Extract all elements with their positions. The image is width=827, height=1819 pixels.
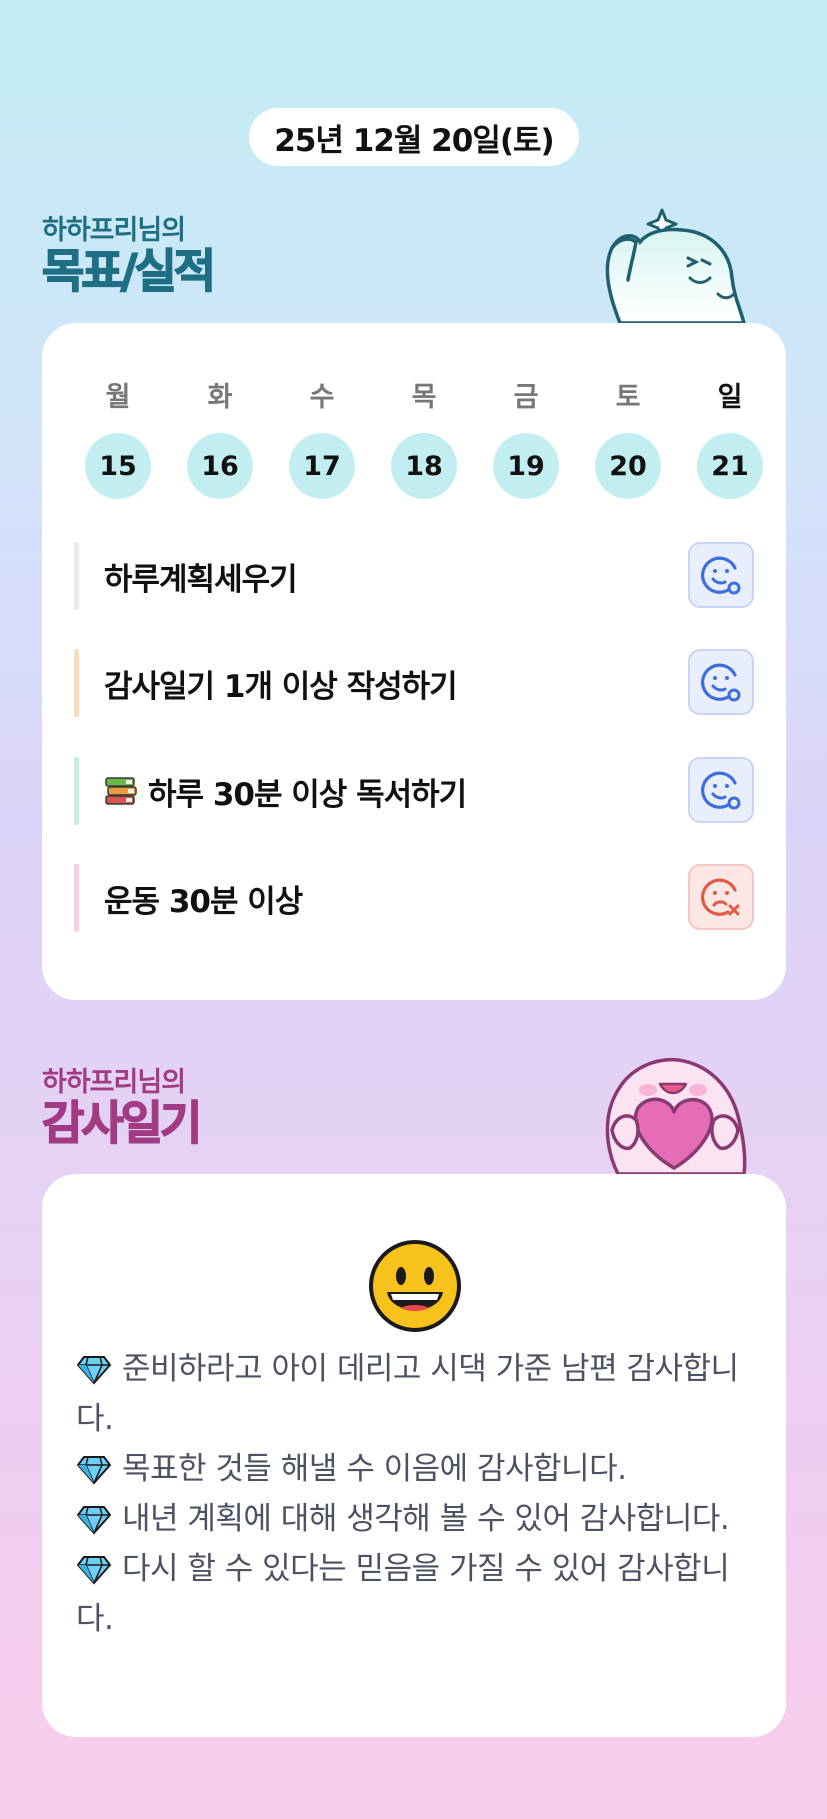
day-column[interactable]: 일 21 <box>679 375 781 499</box>
diary-entry-text: 내년 계획에 대해 생각해 볼 수 있어 감사합니다. <box>122 1501 730 1537</box>
day-number[interactable]: 18 <box>391 433 457 499</box>
day-name: 토 <box>615 382 641 413</box>
day-number[interactable]: 20 <box>595 433 661 499</box>
goal-label: 하루계획세우기 <box>104 542 298 610</box>
goal-status-done-button[interactable] <box>688 542 754 608</box>
gem-icon <box>77 1356 111 1385</box>
goal-row[interactable]: 하루 30분 이상 독서하기 <box>74 757 754 825</box>
goals-subtitle: 하하프리님의 <box>42 215 186 246</box>
date-pill[interactable]: 25년 12월 20일(토) <box>249 108 579 166</box>
mint-mascot-illustration <box>605 208 746 323</box>
goal-color-bar <box>74 649 79 717</box>
diary-entry: 목표한 것들 해낼 수 이음에 감사합니다. <box>76 1444 766 1494</box>
day-column[interactable]: 화 16 <box>169 375 271 499</box>
day-name: 월 <box>105 382 131 413</box>
goal-color-bar <box>74 542 79 610</box>
smile-check-icon <box>701 663 741 702</box>
smile-check-icon <box>701 556 741 595</box>
goal-status-done-button[interactable] <box>688 649 754 715</box>
smile-check-icon <box>701 771 741 810</box>
goals-section-title: 하하프리님의 목표/실적 <box>41 208 217 298</box>
day-number[interactable]: 21 <box>697 433 763 499</box>
goal-status-done-button[interactable] <box>688 757 754 823</box>
goal-label-text: 감사일기 1개 이상 작성하기 <box>104 668 458 705</box>
day-name: 일 <box>717 382 743 413</box>
day-name: 목 <box>411 382 437 413</box>
goal-row[interactable]: 운동 30분 이상 <box>74 864 754 932</box>
pink-mascot-illustration <box>605 1057 747 1174</box>
goal-color-bar <box>74 757 79 825</box>
diary-entry: 내년 계획에 대해 생각해 볼 수 있어 감사합니다. <box>76 1494 766 1544</box>
diary-title: 감사일기 <box>41 1096 203 1150</box>
gem-icon <box>77 1506 111 1535</box>
day-column[interactable]: 토 20 <box>577 375 679 499</box>
goal-label: 하루 30분 이상 독서하기 <box>104 757 467 825</box>
diary-card: 준비하라고 아이 데리고 시댁 가준 남편 감사합니다. 목표한 것들 해낼 수… <box>42 1174 786 1737</box>
date-label: 25년 12월 20일(토) <box>274 122 554 159</box>
sad-x-icon <box>701 878 740 916</box>
day-number[interactable]: 17 <box>289 433 355 499</box>
diary-entry-text: 준비하라고 아이 데리고 시댁 가준 남편 감사합니다. <box>76 1351 739 1437</box>
diary-entry-text: 목표한 것들 해낼 수 이음에 감사합니다. <box>122 1451 627 1487</box>
goal-label: 감사일기 1개 이상 작성하기 <box>104 649 458 717</box>
gem-icon <box>77 1556 111 1585</box>
books-icon <box>105 777 137 805</box>
goals-title: 목표/실적 <box>41 244 217 298</box>
day-number[interactable]: 15 <box>85 433 151 499</box>
day-name: 화 <box>207 382 233 413</box>
day-name: 금 <box>513 382 539 413</box>
day-number[interactable]: 19 <box>493 433 559 499</box>
gem-icon <box>77 1456 111 1485</box>
goals-card: 월 15 화 16 수 17 목 18 금 19 토 20 일 21 하루계획세… <box>42 323 786 1000</box>
diary-entry: 준비하라고 아이 데리고 시댁 가준 남편 감사합니다. <box>76 1344 766 1444</box>
diary-subtitle: 하하프리님의 <box>42 1067 186 1098</box>
day-number[interactable]: 16 <box>187 433 253 499</box>
goal-row[interactable]: 하루계획세우기 <box>74 542 754 610</box>
week-calendar: 월 15 화 16 수 17 목 18 금 19 토 20 일 21 <box>67 375 781 499</box>
diary-entry-text: 다시 할 수 있다는 믿음을 가질 수 있어 감사합니다. <box>76 1551 730 1637</box>
grinning-face-icon <box>369 1240 461 1332</box>
day-name: 수 <box>309 382 335 413</box>
goal-row[interactable]: 감사일기 1개 이상 작성하기 <box>74 649 754 717</box>
goal-label-text: 하루 30분 이상 독서하기 <box>148 776 467 813</box>
day-column[interactable]: 목 18 <box>373 375 475 499</box>
diary-entries: 준비하라고 아이 데리고 시댁 가준 남편 감사합니다. 목표한 것들 해낼 수… <box>76 1344 766 1644</box>
goal-label: 운동 30분 이상 <box>104 864 303 932</box>
day-column[interactable]: 월 15 <box>67 375 169 499</box>
goal-status-failed-button[interactable] <box>688 864 754 930</box>
goal-label-text: 하루계획세우기 <box>104 561 298 598</box>
goal-color-bar <box>74 864 79 932</box>
day-column[interactable]: 수 17 <box>271 375 373 499</box>
day-column[interactable]: 금 19 <box>475 375 577 499</box>
diary-section-title: 하하프리님의 감사일기 <box>41 1060 203 1150</box>
diary-entry: 다시 할 수 있다는 믿음을 가질 수 있어 감사합니다. <box>76 1544 766 1644</box>
goal-label-text: 운동 30분 이상 <box>104 883 303 920</box>
